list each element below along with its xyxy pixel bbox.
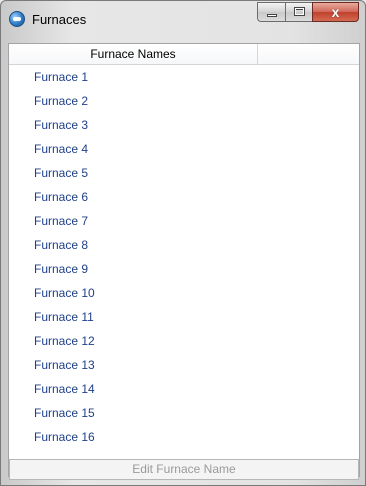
list-item[interactable]: Furnace 5	[9, 161, 359, 185]
list-item[interactable]: Furnace 7	[9, 209, 359, 233]
app-icon[interactable]	[9, 11, 25, 27]
title-bar[interactable]: Furnaces x	[1, 1, 365, 35]
furnace-grid[interactable]: Furnace Names Furnace 1 Furnace 2 Furnac…	[8, 43, 360, 477]
list-item[interactable]: Furnace 12	[9, 329, 359, 353]
list-item[interactable]: Furnace 4	[9, 137, 359, 161]
list-item[interactable]: Furnace 3	[9, 113, 359, 137]
minimize-button[interactable]	[257, 2, 285, 22]
edit-furnace-name-button[interactable]: Edit Furnace Name	[9, 459, 359, 480]
list-item[interactable]: Furnace 15	[9, 401, 359, 425]
furnace-list: Furnace 1 Furnace 2 Furnace 3 Furnace 4 …	[9, 65, 359, 449]
window-title: Furnaces	[32, 12, 87, 27]
furnaces-window: Furnaces x Furnace Names Furnace 1 Furna…	[0, 0, 366, 486]
list-item[interactable]: Furnace 1	[9, 65, 359, 89]
maximize-button[interactable]	[285, 2, 312, 22]
column-header-furnace-names[interactable]: Furnace Names	[9, 44, 258, 64]
list-item[interactable]: Furnace 13	[9, 353, 359, 377]
list-item[interactable]: Furnace 16	[9, 425, 359, 449]
list-item[interactable]: Furnace 6	[9, 185, 359, 209]
list-item[interactable]: Furnace 8	[9, 233, 359, 257]
grid-header: Furnace Names	[9, 44, 359, 65]
list-item[interactable]: Furnace 14	[9, 377, 359, 401]
close-button[interactable]: x	[312, 2, 359, 22]
caption-buttons: x	[257, 2, 359, 24]
list-item[interactable]: Furnace 10	[9, 281, 359, 305]
list-item[interactable]: Furnace 9	[9, 257, 359, 281]
list-item[interactable]: Furnace 2	[9, 89, 359, 113]
close-icon: x	[331, 4, 340, 20]
list-item[interactable]: Furnace 11	[9, 305, 359, 329]
